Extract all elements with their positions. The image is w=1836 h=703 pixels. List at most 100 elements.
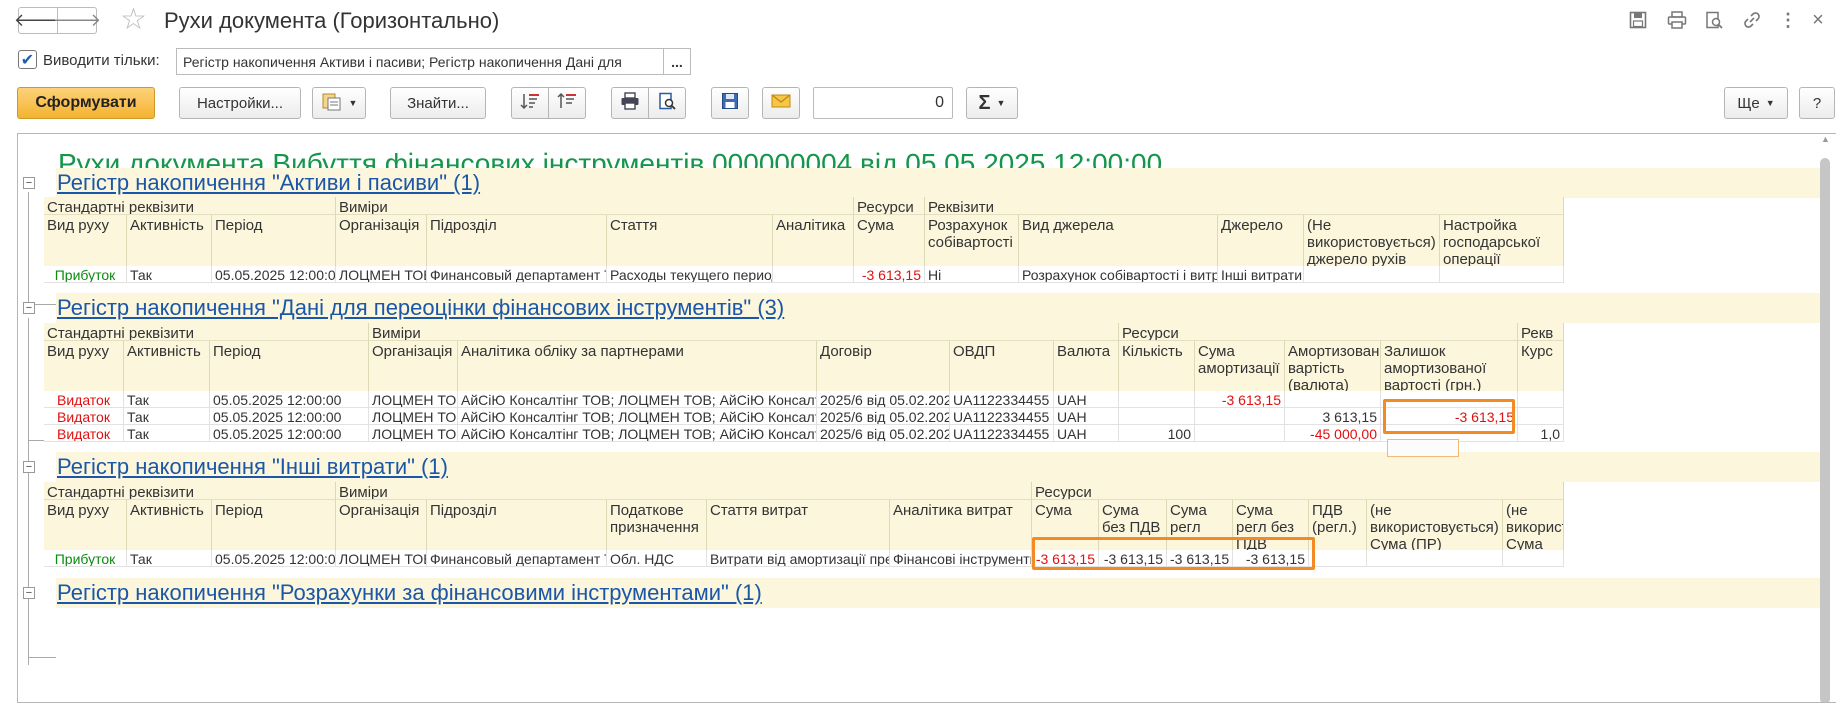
forward-button[interactable]: 🡒 — [53, 7, 101, 34]
table-cell[interactable]: UAH — [1054, 408, 1119, 425]
table-cell[interactable]: 2025/6 від 05.02.2025 — [817, 425, 950, 442]
collapse-toggle-icon[interactable]: − — [23, 177, 35, 189]
table-cell[interactable]: Так — [124, 425, 210, 442]
table-cell[interactable] — [1309, 550, 1367, 567]
print-preview-button[interactable] — [648, 87, 686, 119]
table-cell[interactable]: Витрати від амортизації премії — [707, 550, 890, 567]
table-cell[interactable]: 05.05.2025 12:00:00 — [212, 266, 336, 283]
send-email-button[interactable] — [762, 87, 800, 119]
filter-input[interactable]: Регістр накопичення Активи і пасиви; Рег… — [176, 48, 664, 75]
table-cell[interactable]: Так — [127, 550, 212, 567]
tree-line — [28, 192, 29, 302]
table-cell[interactable]: UA1122334455 — [950, 425, 1054, 442]
help-button[interactable]: ? — [1799, 87, 1835, 119]
collapse-toggle-icon[interactable]: − — [23, 302, 35, 314]
table-cell[interactable] — [1285, 391, 1381, 408]
save-icon[interactable] — [1627, 9, 1649, 31]
collapse-toggle-icon[interactable]: − — [23, 461, 35, 473]
collapse-toggle-icon[interactable]: − — [23, 587, 35, 599]
table-cell[interactable]: Финансовый департамент ТД — [427, 266, 607, 283]
table-cell[interactable]: UAH — [1054, 425, 1119, 442]
table-cell[interactable]: UAH — [1054, 391, 1119, 408]
table-cell[interactable]: 05.05.2025 12:00:00 — [212, 550, 336, 567]
table-cell[interactable] — [1440, 266, 1564, 283]
table-cell[interactable]: ЛОЦМЕН ТОВ — [369, 425, 458, 442]
table-cell[interactable]: АйСіЮ Консалтінг ТОВ; ЛОЦМЕН ТОВ; АйСіЮ … — [458, 391, 817, 408]
more-button[interactable]: Ще ▼ — [1724, 87, 1788, 119]
table-cell[interactable]: ЛОЦМЕН ТОВ — [369, 391, 458, 408]
sort-asc-button[interactable] — [548, 87, 586, 119]
table-cell[interactable]: 3 613,15 — [1285, 408, 1381, 425]
table-cell[interactable]: UA1122334455 — [950, 408, 1054, 425]
preview-icon[interactable] — [1703, 9, 1725, 31]
section-title-revaluation[interactable]: Регістр накопичення "Дані для переоцінки… — [57, 295, 784, 321]
table-cell[interactable] — [1304, 266, 1440, 283]
table-cell[interactable]: АйСіЮ Консалтінг ТОВ; ЛОЦМЕН ТОВ; АйСіЮ … — [458, 408, 817, 425]
table-cell[interactable]: 05.05.2025 12:00:00 — [210, 425, 369, 442]
table-cell[interactable]: 100 — [1119, 425, 1195, 442]
link-icon[interactable] — [1741, 9, 1763, 31]
more-vertical-icon[interactable]: ⋮ — [1777, 9, 1799, 31]
section-title-assets[interactable]: Регістр накопичення "Активи і пасиви" (1… — [57, 170, 480, 196]
print-button[interactable] — [611, 87, 649, 119]
table-cell[interactable] — [1119, 391, 1195, 408]
print-icon[interactable] — [1666, 9, 1688, 31]
save-file-button[interactable] — [711, 87, 749, 119]
table-cell[interactable]: Видаток — [44, 408, 124, 425]
table-cell[interactable]: Фінансові інструменти — [890, 550, 1032, 567]
sum-dropdown-button[interactable]: Σ ▼ — [966, 87, 1018, 119]
table-cell[interactable]: Обл. НДС — [607, 550, 707, 567]
section-title-settlements[interactable]: Регістр накопичення "Розрахунки за фінан… — [57, 580, 762, 606]
table-cell[interactable]: 05.05.2025 12:00:00 — [210, 408, 369, 425]
scrollbar-thumb[interactable] — [1820, 158, 1830, 702]
table-cell[interactable] — [1119, 408, 1195, 425]
table-cell[interactable]: Розрахунок собівартості і витрат — [1019, 266, 1218, 283]
table-cell[interactable]: АйСіЮ Консалтінг ТОВ; ЛОЦМЕН ТОВ; АйСіЮ … — [458, 425, 817, 442]
table-cell[interactable]: ЛОЦМЕН ТОВ — [369, 408, 458, 425]
table-cell[interactable] — [773, 266, 854, 283]
table-cell[interactable]: -3 613,15 — [854, 266, 925, 283]
table-cell[interactable] — [1195, 408, 1285, 425]
report-spreadsheet[interactable]: Рухи документа Вибуття фінансових інстру… — [17, 133, 1836, 703]
column-header: Вид джерела — [1019, 215, 1218, 267]
table-cell[interactable]: Видаток — [44, 425, 124, 442]
favorite-star-icon[interactable]: ☆ — [120, 5, 147, 35]
table-cell[interactable]: Інші витрати — [1218, 266, 1304, 283]
table-cell[interactable]: UA1122334455 — [950, 391, 1054, 408]
variant-dropdown-button[interactable]: ▼ — [312, 87, 366, 119]
table-cell[interactable]: Так — [127, 266, 212, 283]
table-cell[interactable] — [1195, 425, 1285, 442]
table-cell[interactable] — [1518, 408, 1564, 425]
table-cell[interactable] — [1518, 391, 1564, 408]
table-cell[interactable]: ЛОЦМЕН ТОВ — [336, 550, 427, 567]
sort-desc-button[interactable] — [511, 87, 549, 119]
table-cell[interactable]: Ні — [925, 266, 1019, 283]
table-cell[interactable]: 05.05.2025 12:00:00 — [210, 391, 369, 408]
scroll-up-icon[interactable]: ▲ — [1821, 134, 1830, 144]
table-cell[interactable]: ЛОЦМЕН ТОВ — [336, 266, 427, 283]
filter-checkbox[interactable]: ✔ — [18, 50, 37, 69]
table-cell[interactable]: Прибуток — [44, 266, 127, 283]
table-cell[interactable]: -45 000,00 — [1285, 425, 1381, 442]
print-preview-icon — [658, 92, 676, 114]
table-cell[interactable]: 1,0 — [1518, 425, 1564, 442]
table-cell[interactable]: Финансовый департамент ТД — [427, 550, 607, 567]
section-title-other-expenses[interactable]: Регістр накопичення "Інші витрати" (1) — [57, 454, 448, 480]
sum-value-field[interactable]: 0 — [813, 87, 953, 119]
table-cell[interactable] — [1503, 550, 1564, 567]
table-cell[interactable]: Прибуток — [44, 550, 127, 567]
table-cell[interactable]: Так — [124, 391, 210, 408]
close-icon[interactable]: × — [1807, 9, 1829, 31]
generate-button[interactable]: Сформувати — [17, 87, 155, 119]
table-cell[interactable]: 2025/6 від 05.02.2025 — [817, 408, 950, 425]
table-cell[interactable]: Расходы текущего периода — [607, 266, 773, 283]
table-cell[interactable]: 2025/6 від 05.02.2025 — [817, 391, 950, 408]
settings-button[interactable]: Настройки... — [179, 87, 301, 119]
table-cell[interactable] — [1367, 550, 1503, 567]
table-cell[interactable]: -3 613,15 — [1195, 391, 1285, 408]
filter-select-button[interactable]: ... — [664, 48, 691, 75]
table-cell[interactable]: Видаток — [44, 391, 124, 408]
table-cell[interactable]: Так — [124, 408, 210, 425]
vertical-scrollbar[interactable]: ▲ — [1818, 134, 1832, 702]
find-button[interactable]: Знайти... — [390, 87, 486, 119]
